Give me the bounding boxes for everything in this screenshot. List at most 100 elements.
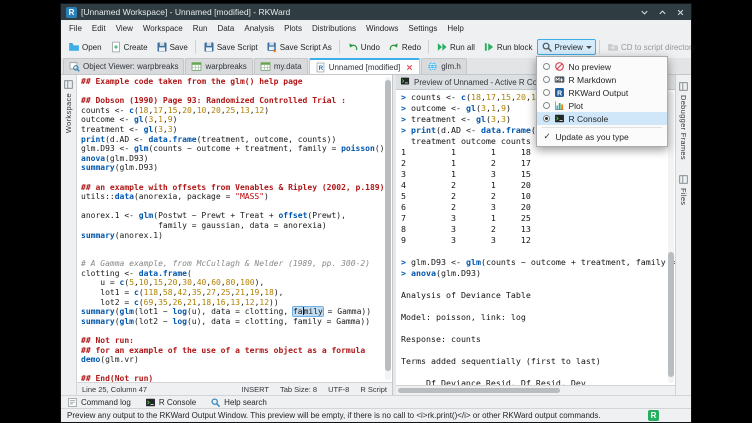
cursor-position: Line 25, Column 47	[82, 385, 147, 394]
console-icon	[145, 397, 156, 408]
tab-glm-h[interactable]: glm.h	[421, 58, 467, 74]
preview-menu-item-no-preview[interactable]: No preview	[537, 60, 667, 73]
preview-menu-item-rkward-output[interactable]: RRKWard Output	[537, 86, 667, 99]
preview-menu-item-update-as-you-type[interactable]: ✓Update as you type	[537, 130, 667, 143]
chevron-up-icon	[657, 7, 668, 18]
tab-warpbreaks[interactable]: warpbreaks	[185, 58, 252, 74]
tab-object-viewer-warpbreaks[interactable]: Object Viewer: warpbreaks	[63, 58, 184, 74]
dock-tab-workspace[interactable]: Workspace	[63, 79, 74, 133]
scrollbar-thumb[interactable]	[398, 388, 560, 393]
run-all-icon	[436, 41, 448, 53]
code-area[interactable]: ## Example code taken from the glm() hel…	[81, 77, 382, 382]
minimize-button[interactable]	[639, 7, 650, 18]
editor-line: summary(glm.D93)	[81, 163, 382, 173]
plot-icon	[554, 100, 565, 111]
no-preview-icon	[554, 61, 565, 72]
toolbar-button-save[interactable]: Save	[152, 39, 192, 55]
input-mode[interactable]: INSERT	[242, 385, 269, 394]
editor-line: treatment <- gl(3,3)	[81, 125, 382, 135]
radio-selected-icon	[543, 115, 550, 122]
toolbar-button-run-all[interactable]: Run all	[432, 39, 479, 55]
menu-windows[interactable]: Windows	[361, 22, 403, 35]
editor-line: summary(glm(lot2 ~ log(u), data = clotti…	[81, 317, 382, 327]
toolbar-button-run-block[interactable]: Run block	[479, 39, 537, 55]
menu-item-label: RKWard Output	[569, 88, 629, 98]
console-scrollbar[interactable]	[668, 92, 674, 383]
editor-line	[81, 240, 382, 250]
tool-view-help-search[interactable]: Help search	[210, 397, 267, 408]
radio-unselected-icon	[543, 89, 550, 96]
toolbar-button-undo[interactable]: Undo	[343, 39, 384, 55]
menu-settings[interactable]: Settings	[403, 22, 442, 35]
editor-line: summary(glm(lot1 ~ log(u), data = clotti…	[81, 307, 382, 317]
undo-icon	[347, 41, 359, 53]
toolbar-button-label: CD to script directory	[621, 43, 696, 52]
menu-data[interactable]: Data	[212, 22, 239, 35]
preview-menu-item-r-console[interactable]: R Console	[537, 112, 667, 125]
toolbar-button-label: Create	[124, 43, 148, 52]
console-line	[401, 345, 665, 356]
menu-item-label: Update as you type	[556, 132, 629, 142]
dock-label: Workspace	[64, 93, 73, 133]
encoding[interactable]: UTF-8	[328, 385, 349, 394]
toolbar-button-redo[interactable]: Redo	[384, 39, 425, 55]
console-icon	[400, 76, 410, 86]
editor-line	[81, 326, 382, 336]
toolbar-button-cd-to-script-directory[interactable]: CD to script directory	[603, 39, 700, 55]
r-engine-status[interactable]: R	[648, 410, 659, 421]
tab-unnamed-modified[interactable]: RUnnamed [modified]	[309, 58, 421, 74]
preview-menu-item-r-markdown[interactable]: R Markdown	[537, 73, 667, 86]
menu-distributions[interactable]: Distributions	[307, 22, 361, 35]
menu-view[interactable]: View	[111, 22, 138, 35]
menu-analysis[interactable]: Analysis	[239, 22, 279, 35]
menu-run[interactable]: Run	[188, 22, 213, 35]
editor-scrollbar[interactable]	[385, 77, 391, 380]
editor-line: utils::data(anorexia, package = "MASS")	[81, 192, 382, 202]
editor-line: counts <- c(18,17,15,20,10,20,25,13,12)	[81, 106, 382, 116]
close-tab-icon[interactable]	[405, 63, 414, 72]
menu-workspace[interactable]: Workspace	[138, 22, 188, 35]
tool-view-label: Command log	[81, 398, 131, 407]
editor-line: lot2 = c(69,35,26,21,18,16,13,12,12))	[81, 298, 382, 308]
console-hscrollbar[interactable]	[396, 385, 675, 395]
tab-label: Unnamed [modified]	[329, 63, 401, 72]
script-editor[interactable]: ## Example code taken from the glm() hel…	[77, 75, 392, 382]
toolbar-button-preview[interactable]: PreviewNo previewR MarkdownRRKWard Outpu…	[537, 39, 596, 55]
toolbar-button-open[interactable]: Open	[64, 39, 106, 55]
editor-line: ## an example with offsets from Venables…	[81, 183, 382, 193]
radio-unselected-icon	[543, 102, 550, 109]
tool-view-r-console[interactable]: R Console	[145, 397, 196, 408]
toolbar-button-save-script[interactable]: Save Script	[199, 39, 262, 55]
toolbar-button-label: Save Script	[217, 43, 258, 52]
dock-tab-debugger-frames[interactable]: Debugger Frames	[678, 81, 689, 160]
run-block-icon	[483, 41, 495, 53]
pane-icon	[678, 174, 689, 185]
close-button[interactable]	[675, 7, 686, 18]
tab-my-data[interactable]: my.data	[254, 58, 308, 74]
menu-edit[interactable]: Edit	[87, 22, 111, 35]
title-bar[interactable]: R [Unnamed Workspace] - Unnamed [modifie…	[61, 4, 691, 20]
tab-size[interactable]: Tab Size: 8	[280, 385, 317, 394]
dock-label: Files	[679, 188, 688, 205]
filetype[interactable]: R Script	[360, 385, 387, 394]
editor-line	[81, 173, 382, 183]
menu-plots[interactable]: Plots	[279, 22, 307, 35]
right-dock-bar: Debugger Frames Files	[675, 75, 691, 395]
menu-help[interactable]: Help	[442, 22, 468, 35]
toolbar-button-save-script-as[interactable]: Save Script As	[262, 39, 336, 55]
scrollbar-thumb[interactable]	[385, 80, 391, 371]
editor-line: ## Example code taken from the glm() hel…	[81, 77, 382, 87]
dock-tab-files[interactable]: Files	[678, 174, 689, 205]
status-bar: Preview any output to the RKWard Output …	[61, 408, 691, 422]
html-icon	[427, 61, 438, 72]
menu-file[interactable]: File	[64, 22, 87, 35]
scrollbar-thumb[interactable]	[668, 252, 674, 377]
table-icon	[191, 61, 202, 72]
editor-line: clotting <- data.frame(	[81, 269, 382, 279]
maximize-button[interactable]	[657, 7, 668, 18]
toolbar-button-create[interactable]: Create	[106, 39, 152, 55]
tool-view-command-log[interactable]: Command log	[67, 397, 131, 408]
preview-menu-item-plot[interactable]: Plot	[537, 99, 667, 112]
menu-item-label: R Markdown	[569, 75, 617, 85]
tab-label: Object Viewer: warpbreaks	[83, 62, 178, 71]
